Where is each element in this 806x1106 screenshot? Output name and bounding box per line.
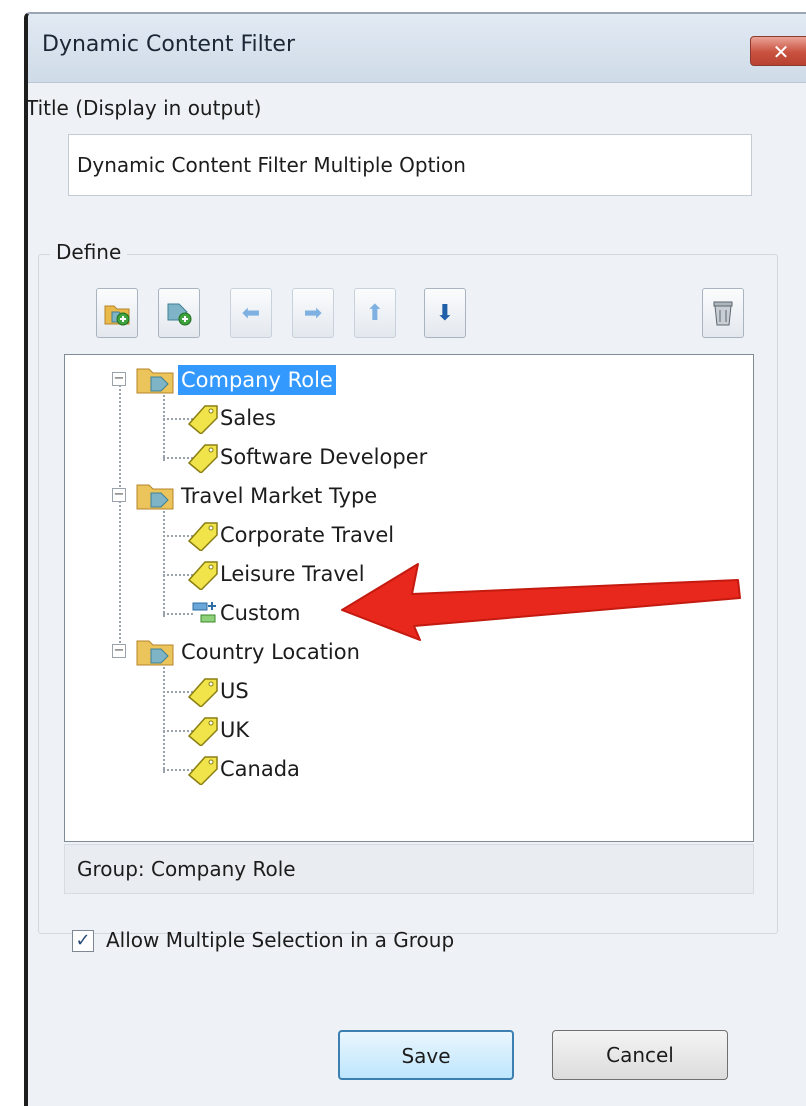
tree-item-canada[interactable]: Canada bbox=[217, 754, 303, 784]
add-tag-button[interactable] bbox=[158, 288, 200, 338]
arrow-down-icon: ⬇ bbox=[435, 300, 455, 326]
tree-item-us[interactable]: US bbox=[217, 676, 252, 706]
tree-group-travel-market-type[interactable]: Travel Market Type bbox=[178, 481, 380, 511]
status-bar: Group: Company Role bbox=[64, 844, 754, 894]
tree-item-corporate-travel[interactable]: Corporate Travel bbox=[217, 520, 397, 550]
move-left-button[interactable]: ⬅ bbox=[230, 288, 272, 338]
tag-icon bbox=[187, 756, 218, 785]
tree-item-software-developer[interactable]: Software Developer bbox=[217, 442, 430, 472]
cancel-button[interactable]: Cancel bbox=[552, 1030, 728, 1080]
move-up-button[interactable]: ⬆ bbox=[354, 288, 396, 338]
tree-connector bbox=[163, 511, 165, 617]
tag-icon bbox=[187, 405, 218, 434]
title-input[interactable] bbox=[68, 134, 752, 196]
title-bar[interactable]: Dynamic Content Filter ✕ bbox=[28, 14, 806, 83]
folder-tag-icon bbox=[136, 484, 174, 510]
folder-tag-icon bbox=[136, 640, 174, 666]
collapse-toggle[interactable]: − bbox=[112, 644, 126, 658]
move-right-button[interactable]: ➡ bbox=[292, 288, 334, 338]
tree-item-uk[interactable]: UK bbox=[217, 715, 252, 745]
arrow-left-icon: ⬅ bbox=[241, 300, 261, 326]
arrow-right-icon: ➡ bbox=[303, 300, 323, 326]
tag-icon bbox=[187, 444, 218, 473]
tag-icon bbox=[187, 522, 218, 551]
allow-multiple-label[interactable]: Allow Multiple Selection in a Group bbox=[106, 928, 454, 952]
tag-icon bbox=[187, 717, 218, 746]
collapse-toggle[interactable]: − bbox=[112, 372, 126, 386]
window-title: Dynamic Content Filter bbox=[42, 32, 295, 57]
close-button[interactable]: ✕ bbox=[750, 36, 806, 66]
title-field-label: Title (Display in output) bbox=[26, 96, 262, 120]
tree-connector bbox=[119, 385, 121, 655]
tag-add-icon bbox=[167, 303, 192, 326]
arrow-up-icon: ⬆ bbox=[365, 300, 385, 326]
delete-button[interactable] bbox=[702, 288, 744, 338]
folder-tag-icon bbox=[136, 368, 174, 394]
tree-connector bbox=[163, 667, 165, 773]
tree-item-custom[interactable]: Custom bbox=[217, 598, 303, 628]
tag-icon bbox=[187, 561, 218, 590]
trash-icon bbox=[713, 301, 733, 326]
allow-multiple-checkbox[interactable]: ✓ bbox=[72, 930, 94, 952]
tree-connector bbox=[163, 613, 193, 615]
save-button[interactable]: Save bbox=[338, 1030, 514, 1080]
tag-icon bbox=[187, 678, 218, 707]
add-group-button[interactable] bbox=[96, 288, 138, 338]
tree-item-sales[interactable]: Sales bbox=[217, 403, 279, 433]
folder-tag-add-icon bbox=[104, 305, 130, 326]
tree-connector bbox=[163, 395, 165, 461]
collapse-toggle[interactable]: − bbox=[112, 488, 126, 502]
move-down-button[interactable]: ⬇ bbox=[424, 288, 466, 338]
tree-item-leisure-travel[interactable]: Leisure Travel bbox=[217, 559, 368, 589]
define-legend: Define bbox=[50, 240, 128, 264]
tree-group-company-role[interactable]: Company Role bbox=[178, 365, 336, 395]
filter-tree[interactable]: − Company Role Sales Software Developer … bbox=[64, 354, 754, 842]
tree-group-country-location[interactable]: Country Location bbox=[178, 637, 363, 667]
